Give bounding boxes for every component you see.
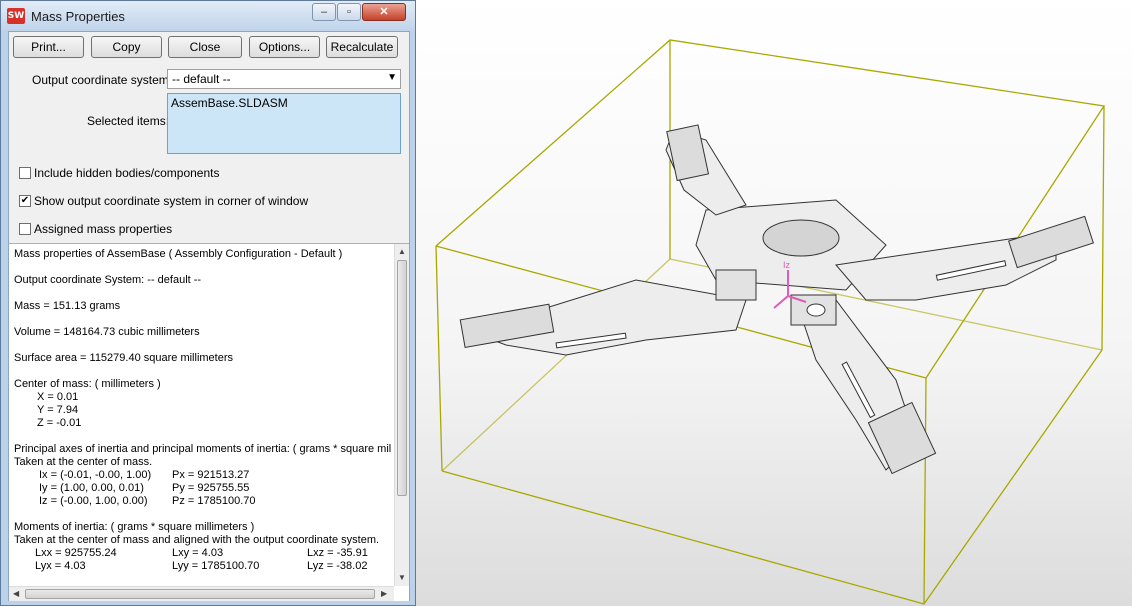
moment-lxz: Lxz = -35.91 [307, 547, 368, 559]
selected-item[interactable]: AssemBase.SLDASM [171, 96, 288, 110]
moment-lyx: Lyx = 4.03 [35, 560, 86, 572]
com-z: Z = -0.01 [37, 417, 82, 429]
moment-lxx: Lxx = 925755.24 [35, 547, 117, 559]
mass-line: Mass = 151.13 grams [14, 300, 121, 312]
output-cs-line: Output coordinate System: -- default -- [14, 274, 202, 286]
solidworks-app-icon: SW [7, 8, 25, 24]
selected-items-label: Selected items: [87, 114, 170, 128]
include-hidden-label: Include hidden bodies/components [34, 166, 220, 180]
mass-properties-dialog: SW Mass Properties – ▫ ✕ Print... Copy C… [0, 0, 416, 606]
scroll-right-icon[interactable]: ▶ [381, 589, 387, 598]
principal-iy: Iy = (1.00, 0.00, 0.01) [39, 482, 144, 494]
com-x: X = 0.01 [37, 391, 79, 403]
moment-lxy: Lxy = 4.03 [172, 547, 224, 559]
quadcopter-frame [459, 124, 1094, 475]
principal-ix: Ix = (-0.01, -0.00, 1.00) [39, 469, 152, 481]
title-bar[interactable]: SW Mass Properties – ▫ ✕ [1, 1, 415, 31]
principal-pz: Pz = 1785100.70 [172, 495, 256, 507]
model-render: Iz [435, 39, 1106, 605]
horizontal-scrollbar[interactable]: ◀ ▶ [9, 586, 394, 601]
vertical-scrollbar[interactable]: ▲ ▼ [394, 244, 409, 586]
horizontal-scroll-thumb[interactable] [25, 589, 375, 599]
com-y: Y = 7.94 [37, 404, 79, 416]
minimize-button[interactable]: – [312, 3, 336, 21]
scroll-up-icon[interactable]: ▲ [398, 247, 406, 256]
assigned-mass-label: Assigned mass properties [34, 222, 173, 236]
options-button[interactable]: Options... [249, 36, 320, 58]
principal-px: Px = 921513.27 [172, 469, 250, 481]
recalculate-button[interactable]: Recalculate [326, 36, 398, 58]
principal-taken-at: Taken at the center of mass. [14, 456, 153, 468]
window-title: Mass Properties [31, 9, 125, 24]
results-header: Mass properties of AssemBase ( Assembly … [14, 248, 343, 260]
moments-taken-at: Taken at the center of mass and aligned … [14, 534, 380, 546]
results-text-area[interactable]: Mass properties of AssemBase ( Assembly … [9, 243, 409, 601]
maximize-button[interactable]: ▫ [337, 3, 361, 21]
output-coordinate-system-value: -- default -- [172, 72, 231, 86]
principal-py: Py = 925755.55 [172, 482, 250, 494]
chevron-down-icon[interactable]: ▼ [387, 72, 397, 83]
principal-axes-label: Principal axes of inertia and principal … [14, 443, 392, 455]
center-of-mass-label: Center of mass: ( millimeters ) [14, 378, 161, 390]
volume-line: Volume = 148164.73 cubic millimeters [14, 326, 200, 338]
vertical-scroll-thumb[interactable] [397, 260, 407, 496]
moment-lyz: Lyz = -38.02 [307, 560, 368, 572]
output-coordinate-system-select[interactable]: -- default -- ▼ [167, 69, 401, 89]
print-button[interactable]: Print... [13, 36, 84, 58]
output-coordinate-system-label: Output coordinate system: [32, 73, 173, 87]
surface-area-line: Surface area = 115279.40 square millimet… [14, 352, 234, 364]
show-coordinate-system-label: Show output coordinate system in corner … [34, 194, 309, 208]
close-button[interactable]: Close [168, 36, 242, 58]
scroll-left-icon[interactable]: ◀ [13, 589, 19, 598]
principal-iz: Iz = (-0.00, 1.00, 0.00) [39, 495, 148, 507]
selected-items-list[interactable]: AssemBase.SLDASM [167, 93, 401, 154]
close-window-button[interactable]: ✕ [362, 3, 406, 21]
include-hidden-checkbox[interactable] [19, 167, 31, 179]
scroll-down-icon[interactable]: ▼ [398, 573, 406, 582]
assigned-mass-checkbox[interactable] [19, 223, 31, 235]
graphics-viewport[interactable]: Iz [416, 0, 1132, 606]
triad-axis-label: Iz [783, 260, 791, 270]
show-coordinate-system-checkbox[interactable]: ✔ [19, 195, 31, 207]
moments-of-inertia-label: Moments of inertia: ( grams * square mil… [14, 521, 255, 533]
copy-button[interactable]: Copy [91, 36, 162, 58]
dialog-client-area: Print... Copy Close Options... Recalcula… [8, 31, 410, 601]
moment-lyy: Lyy = 1785100.70 [172, 560, 260, 572]
